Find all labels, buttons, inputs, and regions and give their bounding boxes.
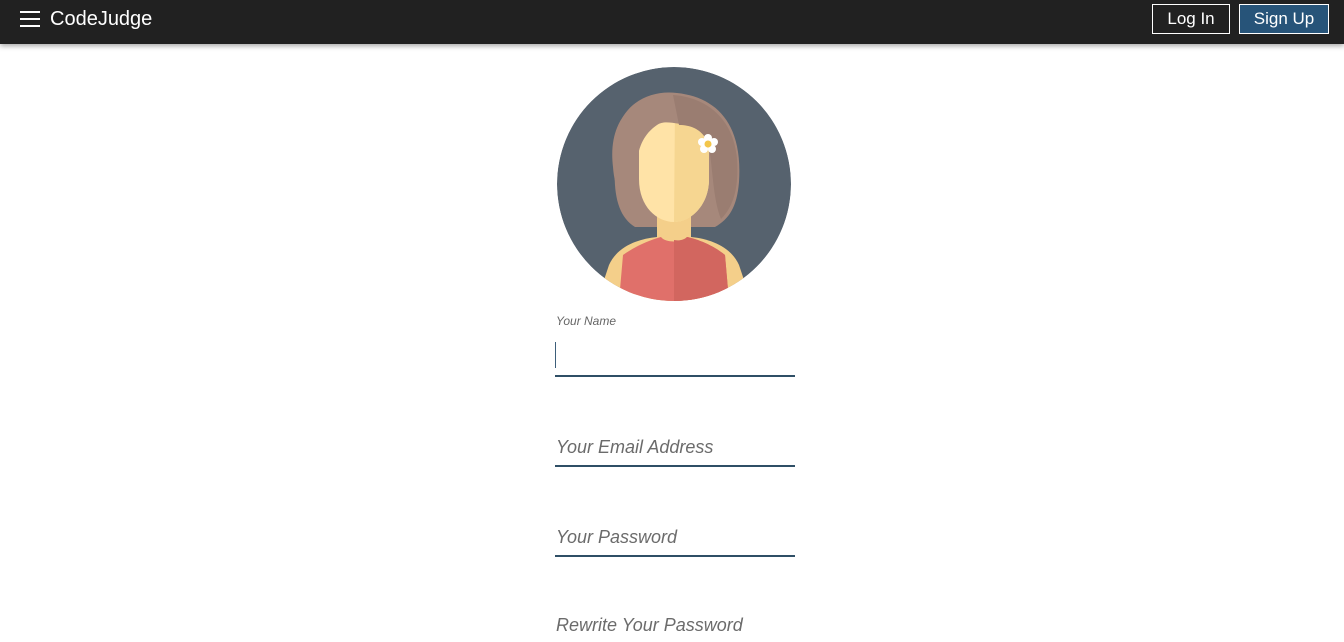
- signup-button[interactable]: Sign Up: [1239, 4, 1329, 34]
- name-input[interactable]: [555, 334, 795, 377]
- email-field-underline: [555, 465, 795, 467]
- login-button[interactable]: Log In: [1152, 4, 1230, 34]
- name-field-underline: [555, 375, 795, 377]
- password-field-underline: [555, 555, 795, 557]
- hamburger-menu-icon[interactable]: [20, 11, 40, 27]
- confirm-password-field[interactable]: [555, 608, 795, 642]
- female-avatar-icon: [557, 67, 791, 301]
- brand-logo[interactable]: CodeJudge: [50, 7, 152, 31]
- name-field[interactable]: [555, 334, 795, 377]
- password-field[interactable]: [555, 518, 795, 557]
- top-navbar: CodeJudge Log In Sign Up: [0, 0, 1344, 44]
- confirm-password-input[interactable]: [555, 608, 795, 642]
- email-field[interactable]: [555, 428, 795, 467]
- name-field-label: Your Name: [556, 314, 617, 328]
- email-input[interactable]: [555, 428, 795, 467]
- password-input[interactable]: [555, 518, 795, 557]
